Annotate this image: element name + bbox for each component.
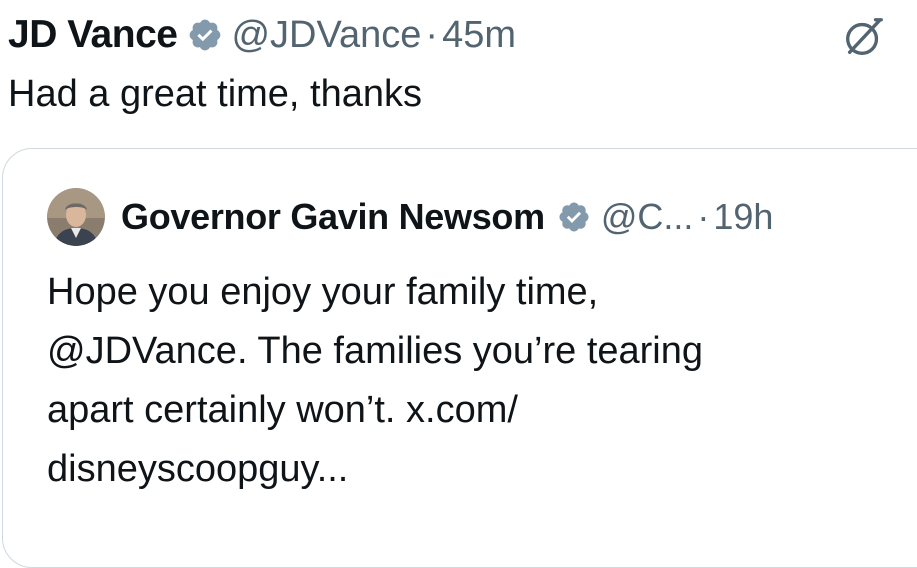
author-handle[interactable]: @JDVance bbox=[231, 14, 421, 57]
tweet-header: JD Vance @JDVance · 45m bbox=[8, 10, 516, 60]
grok-icon[interactable] bbox=[841, 14, 887, 60]
separator-dot: · bbox=[697, 196, 710, 237]
quoted-tweet-text: Hope you enjoy your family time, @JDVanc… bbox=[47, 263, 703, 499]
author-name[interactable]: JD Vance bbox=[8, 13, 178, 57]
quoted-author-name[interactable]: Governor Gavin Newsom bbox=[121, 196, 545, 238]
quoted-text-line: @JDVance. The families you’re tearing bbox=[47, 330, 704, 372]
quoted-tweet[interactable]: Governor Gavin Newsom @C... · 19h Hope y… bbox=[2, 148, 917, 568]
quoted-tweet-header: Governor Gavin Newsom @C... · 19h bbox=[47, 187, 773, 247]
verified-badge-icon bbox=[559, 202, 589, 232]
avatar[interactable] bbox=[47, 188, 105, 246]
quoted-text-line: disneyscoopguy... bbox=[47, 448, 349, 490]
tweet-time[interactable]: 45m bbox=[442, 14, 516, 57]
quoted-text-line: Hope you enjoy your family time, bbox=[47, 271, 599, 313]
quoted-tweet-time[interactable]: 19h bbox=[713, 196, 773, 238]
verified-badge-icon bbox=[190, 19, 221, 51]
tweet: JD Vance @JDVance · 45m Had a great time… bbox=[0, 0, 917, 568]
quoted-author-handle[interactable]: @C... bbox=[601, 196, 694, 238]
quoted-text-line: apart certainly won’t. x.com/ bbox=[47, 389, 518, 431]
separator-dot: · bbox=[425, 13, 439, 56]
tweet-text: Had a great time, thanks bbox=[8, 73, 422, 115]
